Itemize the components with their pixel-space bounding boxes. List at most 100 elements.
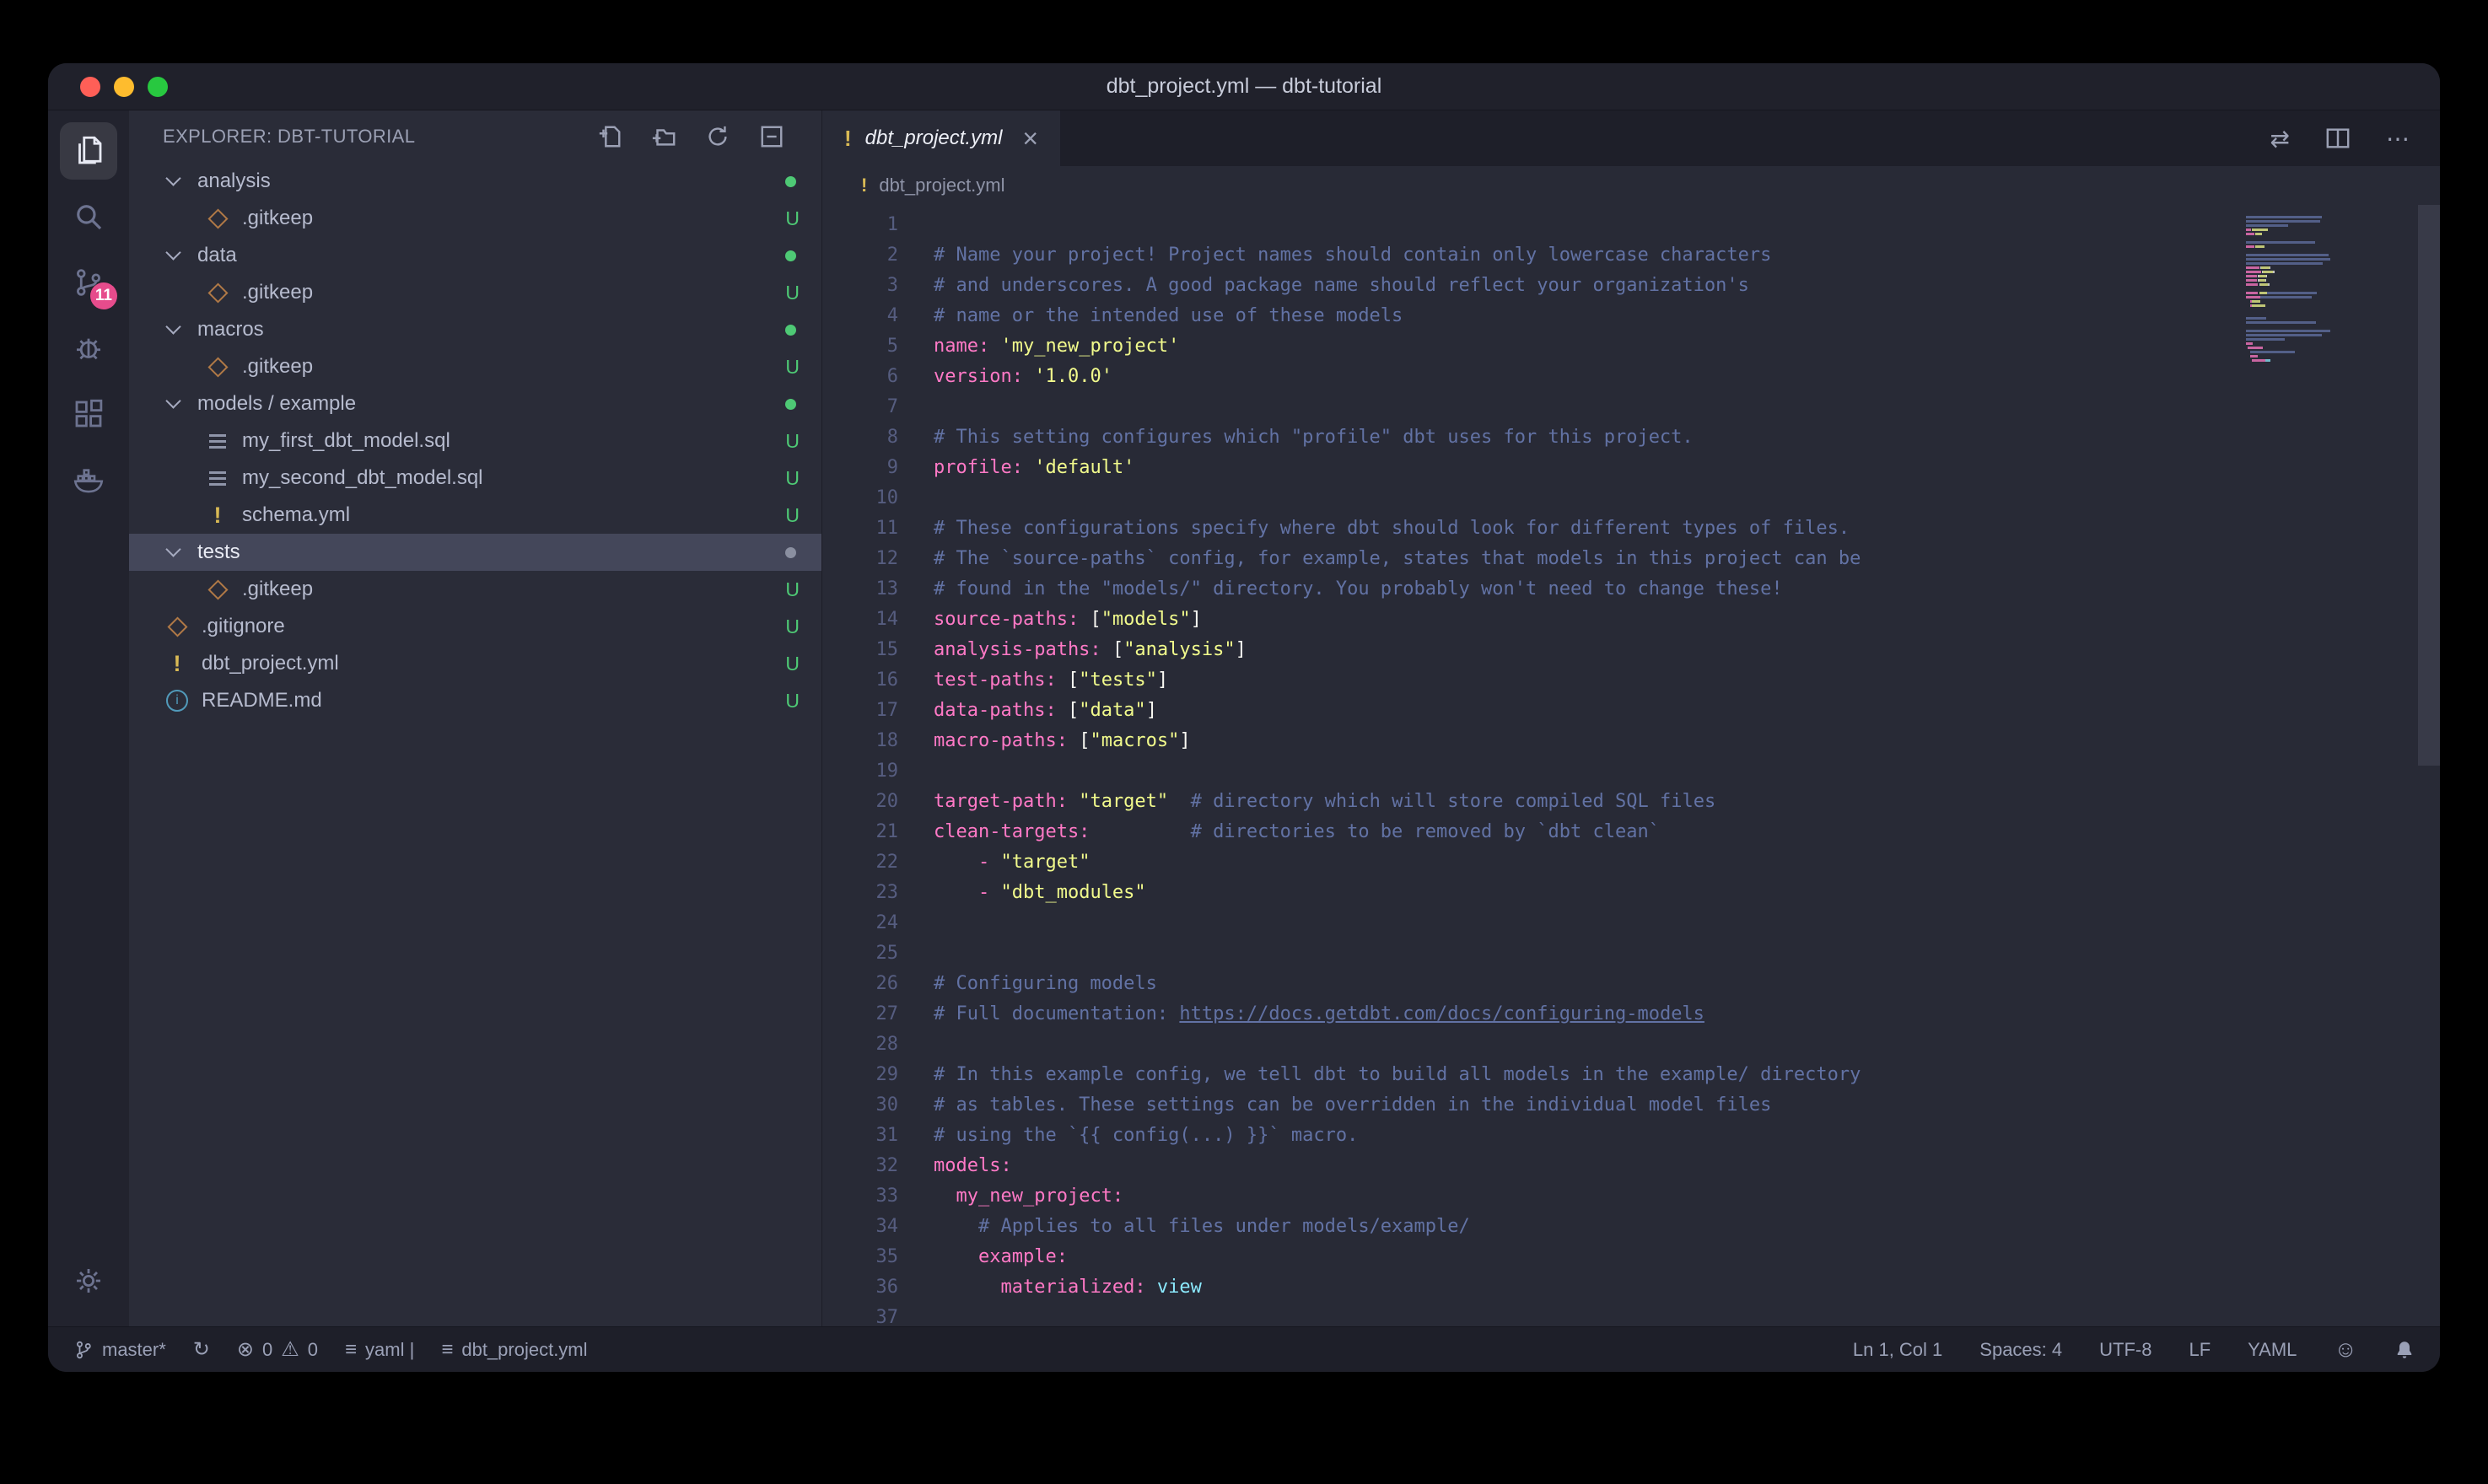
code-line: 11# These configurations specify where d… [822,513,2440,544]
tree-folder-analysis[interactable]: analysis [129,163,821,200]
tree-folder-tests[interactable]: tests [129,534,821,571]
tab-bar: ! dbt_project.yml × ⇄ ⋯ [822,110,2440,166]
cursor-position[interactable]: Ln 1, Col 1 [1853,1339,1942,1361]
line-number: 16 [822,665,898,696]
line-number: 17 [822,696,898,726]
tree-file-gitkeep[interactable]: .gitkeepU [129,348,821,385]
breadcrumb[interactable]: ! dbt_project.yml [822,166,2440,205]
line-number: 25 [822,938,898,969]
feedback-smiley-icon[interactable]: ☺ [2334,1338,2357,1361]
tree-item-label: dbt_project.yml [202,652,339,675]
code-text [898,908,934,938]
code-line: 27# Full documentation: https://docs.get… [822,999,2440,1030]
new-folder-icon[interactable] [651,124,676,149]
sync-button[interactable]: ↻ [193,1340,210,1360]
tree-item-label: data [197,244,237,267]
tree-item-label: .gitignore [202,615,285,638]
tree-file-gitkeep[interactable]: .gitkeepU [129,274,821,311]
line-number: 7 [822,392,898,422]
tab-dbt-project-yml[interactable]: ! dbt_project.yml × [822,110,1060,166]
chevron-down-icon [165,541,180,556]
line-number: 9 [822,453,898,483]
scrollbar-thumb[interactable] [2418,205,2440,766]
git-file-icon [163,620,191,634]
debug-icon[interactable] [60,320,117,377]
more-actions-icon[interactable]: ⋯ [2386,125,2410,153]
code-line: 19 [822,756,2440,787]
line-number: 35 [822,1242,898,1272]
tree-file-gitkeep[interactable]: .gitkeepU [129,200,821,237]
tree-folder-models-example[interactable]: models / example [129,385,821,422]
window-title: dbt_project.yml — dbt-tutorial [1107,74,1382,99]
settings-gear-icon[interactable] [60,1252,117,1309]
line-number: 37 [822,1303,898,1326]
git-file-icon [203,286,232,300]
search-icon[interactable] [60,188,117,245]
line-number: 20 [822,787,898,817]
line-number: 28 [822,1030,898,1060]
code-line: 9profile: 'default' [822,453,2440,483]
code-text: # found in the "models/" directory. You … [898,574,1783,605]
code-line: 22 - "target" [822,847,2440,878]
tree-file-gitignore[interactable]: .gitignoreU [129,608,821,645]
tree-folder-macros[interactable]: macros [129,311,821,348]
branch-indicator[interactable]: master* [73,1339,166,1361]
tree-file-dbt-project-yml[interactable]: dbt_project.ymlU [129,645,821,682]
list-icon: ≡ [345,1340,357,1360]
eol-setting[interactable]: LF [2189,1339,2211,1361]
code-line: 24 [822,908,2440,938]
git-changes-dot [785,250,796,261]
code-line: 33 my_new_project: [822,1181,2440,1212]
zoom-button[interactable] [148,77,168,97]
minimap[interactable] [2246,212,2406,368]
editor-group: ! dbt_project.yml × ⇄ ⋯ ! dbt_project.ym… [822,110,2440,1326]
notifications-bell-icon[interactable] [2394,1340,2415,1360]
code-line: 28 [822,1030,2440,1060]
active-file-status[interactable]: ≡ dbt_project.yml [441,1339,587,1361]
tree-file-my-first-dbt-model-sql[interactable]: my_first_dbt_model.sqlU [129,422,821,460]
problems-indicator[interactable]: ⊗ 0 ⚠ 0 [237,1339,318,1361]
indentation-setting[interactable]: Spaces: 4 [1979,1339,2062,1361]
code-line: 12# The `source-paths` config, for examp… [822,544,2440,574]
editor-pane[interactable]: 12# Name your project! Project names sho… [822,205,2440,1326]
close-button[interactable] [80,77,100,97]
code-line: 16test-paths: ["tests"] [822,665,2440,696]
code-line: 29# In this example config, we tell dbt … [822,1060,2440,1090]
tree-folder-data[interactable]: data [129,237,821,274]
sql-file-icon [203,440,232,443]
tree-file-schema-yml[interactable]: schema.ymlU [129,497,821,534]
code-line: 6version: '1.0.0' [822,362,2440,392]
line-number: 23 [822,878,898,908]
tree-file-gitkeep[interactable]: .gitkeepU [129,571,821,608]
open-changes-icon[interactable]: ⇄ [2270,125,2290,153]
tree-item-label: tests [197,540,240,564]
close-tab-icon[interactable]: × [1022,125,1038,152]
code-line: 13# found in the "models/" directory. Yo… [822,574,2440,605]
editor-code[interactable]: 12# Name your project! Project names sho… [822,205,2440,1326]
docker-icon[interactable] [60,451,117,508]
encoding-setting[interactable]: UTF-8 [2099,1339,2151,1361]
new-file-icon[interactable] [597,124,622,149]
explorer-icon[interactable] [60,122,117,180]
yaml-warning-icon: ! [861,175,867,196]
line-number: 31 [822,1121,898,1151]
refresh-icon[interactable] [705,124,730,149]
code-text: # using the `{{ config(...) }}` macro. [898,1121,1358,1151]
code-line: 34 # Applies to all files under models/e… [822,1212,2440,1242]
traffic-lights [80,77,168,97]
tree-file-my-second-dbt-model-sql[interactable]: my_second_dbt_model.sqlU [129,460,821,497]
code-line: 15analysis-paths: ["analysis"] [822,635,2440,665]
tree-file-readme-md[interactable]: README.mdU [129,682,821,719]
extensions-icon[interactable] [60,385,117,443]
error-count: 0 [262,1339,272,1361]
code-line: 35 example: [822,1242,2440,1272]
split-editor-icon[interactable] [2325,126,2351,151]
chevron-down-icon [165,319,180,334]
language-mode[interactable]: YAML [2248,1339,2297,1361]
yaml-status[interactable]: ≡ yaml | [345,1339,414,1361]
chevron-down-icon [165,170,180,186]
source-control-icon[interactable]: 11 [60,254,117,311]
code-line: 31# using the `{{ config(...) }}` macro. [822,1121,2440,1151]
collapse-folders-icon[interactable] [759,124,784,149]
minimize-button[interactable] [114,77,134,97]
